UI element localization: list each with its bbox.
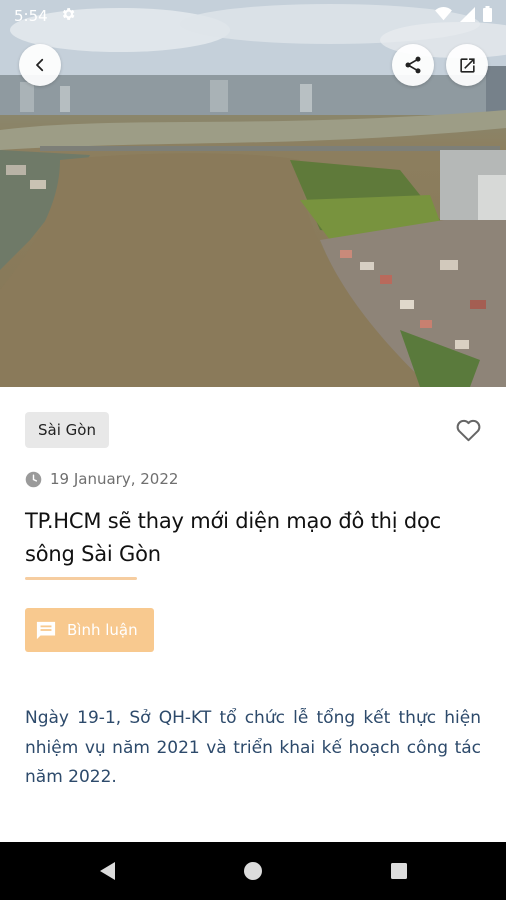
article-title: TP.HCM sẽ thay mới diện mạo đô thị dọc s…: [25, 509, 441, 566]
arrow-left-icon: [36, 58, 44, 72]
settings-icon: [60, 6, 76, 26]
article-summary: Ngày 19-1, Sở QH-KT tổ chức lễ tổng kết …: [25, 708, 481, 787]
status-time: 5:54: [14, 7, 48, 25]
heart-icon: [456, 419, 481, 442]
open-in-browser-button[interactable]: [446, 44, 488, 86]
favorite-button[interactable]: [455, 417, 482, 442]
nav-home-button[interactable]: [223, 842, 283, 900]
clock-icon: [25, 471, 42, 487]
status-bar: 5:54: [0, 0, 506, 32]
nav-recent-icon: [391, 863, 407, 879]
open-external-icon: [459, 57, 475, 73]
category-label: Sài Gòn: [38, 421, 96, 439]
nav-recent-button[interactable]: [369, 842, 429, 900]
nav-home-icon: [244, 862, 262, 880]
nav-back-button[interactable]: [77, 842, 137, 900]
comment-button[interactable]: Bình luận: [25, 608, 154, 652]
comment-icon: [36, 621, 56, 640]
back-button[interactable]: [19, 44, 61, 86]
publish-date-text: 19 January, 2022: [50, 470, 179, 488]
share-icon: [405, 56, 421, 74]
publish-date: 19 January, 2022: [25, 469, 178, 489]
status-icons: [435, 6, 492, 26]
wifi-icon: [435, 7, 452, 25]
comment-button-label: Bình luận: [67, 621, 138, 639]
share-button[interactable]: [392, 44, 434, 86]
title-underline: [25, 577, 137, 580]
battery-icon: [483, 6, 492, 26]
nav-back-icon: [100, 862, 115, 880]
system-navigation-bar: [0, 842, 506, 900]
signal-icon: [460, 6, 475, 26]
category-tag[interactable]: Sài Gòn: [25, 412, 109, 448]
